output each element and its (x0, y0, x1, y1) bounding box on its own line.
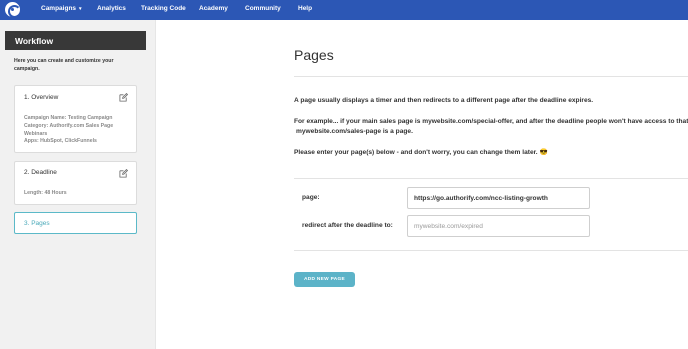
nav-campaigns[interactable]: Campaigns ▾ (41, 5, 82, 12)
deadline-length-text: Length: 48 Hours (24, 190, 67, 196)
divider (294, 250, 688, 251)
step-title-pages: 3. Pages (24, 220, 50, 227)
workflow-heading: Workflow (5, 31, 146, 50)
apps-text: Apps: HubSpot, ClickFunnels (24, 138, 97, 145)
nav-academy[interactable]: Academy (199, 5, 228, 12)
example-text: For example... if your main sales page i… (294, 117, 688, 136)
category-text: Category: Authorify.com Sales Page Webin… (24, 122, 114, 137)
divider (294, 76, 688, 77)
step-title-overview: 1. Overview (24, 94, 59, 101)
workflow-description: Here you can create and customize your c… (14, 58, 114, 72)
example-text-line2: mywebsite.com/sales-page is a page. (296, 127, 413, 135)
edit-icon[interactable] (119, 169, 128, 178)
step-title-deadline: 2. Deadline (24, 169, 57, 176)
add-new-page-button[interactable]: ADD NEW PAGE (294, 272, 355, 287)
nav-analytics[interactable]: Analytics (97, 5, 126, 12)
logo-icon[interactable] (5, 2, 21, 18)
redirect-label: redirect after the deadline to: (302, 222, 393, 229)
step-card-pages[interactable]: 3. Pages (14, 212, 137, 234)
chevron-down-icon: ▾ (79, 6, 82, 12)
page-title: Pages (294, 47, 334, 63)
overview-details: Campaign Name: Testing Campaign Category… (24, 115, 124, 146)
nav-tracking-code[interactable]: Tracking Code (141, 5, 186, 12)
nav-campaigns-label: Campaigns (41, 5, 77, 12)
nav-help[interactable]: Help (298, 5, 312, 12)
instruction-text: Please enter your page(s) below - and do… (294, 149, 548, 156)
page-label: page: (302, 194, 320, 201)
campaign-name-text: Campaign Name: Testing Campaign (24, 115, 113, 121)
page-url-input[interactable] (407, 187, 590, 209)
top-nav: Campaigns ▾ Analytics Tracking Code Acade… (0, 0, 688, 20)
step-card-deadline[interactable]: 2. Deadline Length: 48 Hours (14, 161, 137, 205)
divider (294, 178, 688, 179)
workflow-sidebar: Workflow Here you can create and customi… (0, 20, 156, 349)
edit-icon[interactable] (119, 93, 128, 102)
example-text-line1: For example... if your main sales page i… (294, 118, 688, 125)
nav-community[interactable]: Community (245, 5, 281, 12)
redirect-url-input[interactable] (407, 215, 590, 237)
intro-text: A page usually displays a timer and then… (294, 97, 594, 104)
step-card-overview[interactable]: 1. Overview Campaign Name: Testing Campa… (14, 85, 137, 153)
